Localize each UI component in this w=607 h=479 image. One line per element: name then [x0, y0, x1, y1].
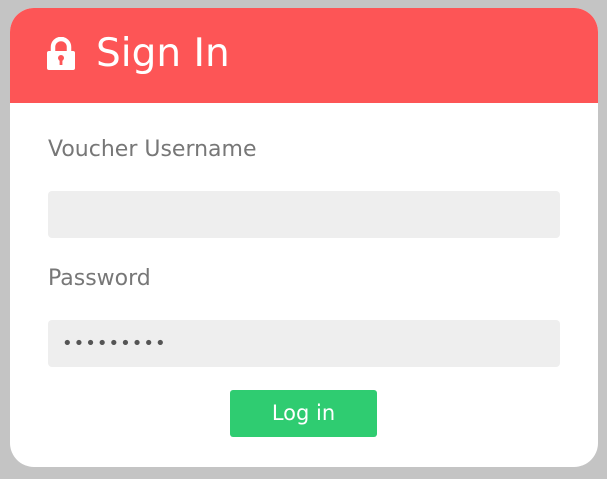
- lock-icon: [47, 37, 75, 70]
- sign-in-card: Sign In Voucher Username Password Log in: [10, 8, 598, 467]
- username-input[interactable]: [48, 191, 560, 238]
- login-button[interactable]: Log in: [230, 390, 377, 437]
- username-label: Voucher Username: [48, 137, 257, 162]
- password-input[interactable]: [48, 320, 560, 367]
- password-label: Password: [48, 266, 151, 291]
- card-header: Sign In: [10, 8, 598, 103]
- page-title: Sign In: [96, 31, 230, 76]
